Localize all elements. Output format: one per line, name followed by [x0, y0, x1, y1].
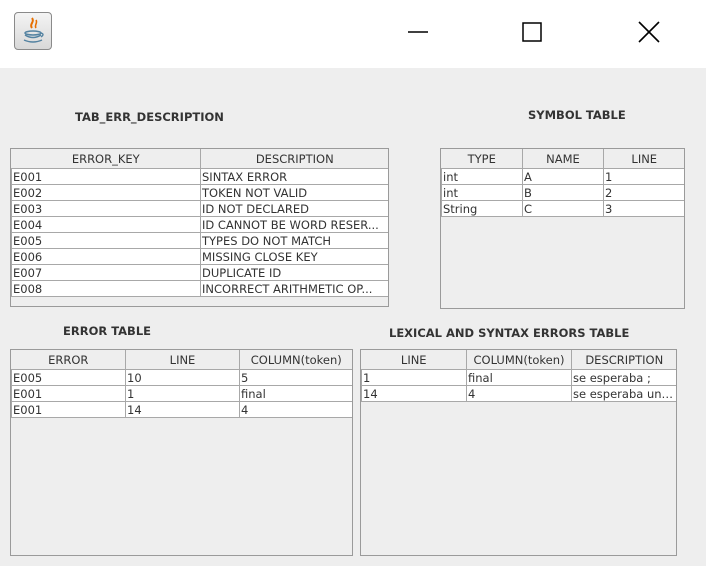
table-row[interactable]: E006 MISSING CLOSE KEY [11, 248, 388, 265]
maximize-icon [522, 22, 542, 42]
table-cell[interactable]: final [466, 369, 572, 386]
error-table-title: ERROR TABLE [63, 324, 152, 338]
column-header-line[interactable]: LINE [125, 350, 240, 370]
table-cell[interactable]: DUPLICATE ID [200, 264, 388, 281]
main-panel: TAB_ERR_DESCRIPTION ERROR_KEY DESCRIPTIO… [0, 68, 706, 566]
table-row[interactable]: E008 INCORRECT ARITHMETIC OP... [11, 280, 388, 297]
column-header-column-token[interactable]: COLUMN(token) [466, 350, 572, 370]
table-cell[interactable]: 4 [239, 401, 352, 418]
table-cell[interactable]: E001 [11, 385, 126, 402]
minimize-icon [408, 31, 428, 33]
column-header-description[interactable]: DESCRIPTION [571, 350, 676, 370]
column-header-line[interactable]: LINE [603, 149, 684, 169]
column-header-column-token[interactable]: COLUMN(token) [239, 350, 352, 370]
table-cell[interactable]: B [522, 184, 604, 201]
table-cell[interactable]: se esperaba un ... [571, 385, 676, 402]
java-icon[interactable] [14, 12, 52, 50]
table-cell[interactable]: 1 [125, 385, 240, 402]
column-header-type[interactable]: TYPE [441, 149, 523, 169]
table-cell[interactable]: 3 [603, 200, 684, 217]
column-header-name[interactable]: NAME [522, 149, 604, 169]
table-row[interactable]: E004 ID CANNOT BE WORD RESER... [11, 216, 388, 233]
table-cell[interactable]: SINTAX ERROR [200, 168, 388, 185]
table-cell[interactable]: 10 [125, 369, 240, 386]
table-cell[interactable]: E002 [11, 184, 201, 201]
table-cell[interactable]: E005 [11, 232, 201, 249]
table-row[interactable]: int B 2 [441, 184, 684, 201]
table-row[interactable]: E001 1 final [11, 385, 352, 402]
table-cell[interactable]: C [522, 200, 604, 217]
table-cell[interactable]: final [239, 385, 352, 402]
table-cell[interactable]: INCORRECT ARITHMETIC OP... [200, 280, 388, 297]
lex-syntax-table-title: LEXICAL AND SYNTAX ERRORS TABLE [389, 326, 630, 340]
table-row[interactable]: E005 TYPES DO NOT MATCH [11, 232, 388, 249]
table-row[interactable]: E001 SINTAX ERROR [11, 168, 388, 185]
table-cell[interactable]: int [441, 184, 523, 201]
table-row[interactable]: int A 1 [441, 168, 684, 185]
table-cell[interactable]: E004 [11, 216, 201, 233]
err-desc-table[interactable]: ERROR_KEY DESCRIPTION E001 SINTAX ERROR E… [10, 148, 389, 307]
column-header-description[interactable]: DESCRIPTION [200, 149, 388, 169]
table-cell[interactable]: 2 [603, 184, 684, 201]
column-header-error-key[interactable]: ERROR_KEY [11, 149, 201, 169]
table-cell[interactable]: ID NOT DECLARED [200, 200, 388, 217]
table-row[interactable]: 1 final se esperaba ; [361, 369, 676, 386]
err-desc-table-title: TAB_ERR_DESCRIPTION [75, 110, 224, 124]
table-cell[interactable]: 1 [603, 168, 684, 185]
table-cell[interactable]: 4 [466, 385, 572, 402]
table-cell[interactable]: E001 [11, 401, 126, 418]
window-titlebar[interactable] [0, 0, 706, 68]
table-cell[interactable]: String [441, 200, 523, 217]
table-row[interactable]: E002 TOKEN NOT VALID [11, 184, 388, 201]
column-header-error[interactable]: ERROR [11, 350, 126, 370]
column-header-line[interactable]: LINE [361, 350, 467, 370]
error-table[interactable]: ERROR LINE COLUMN(token) E005 10 5 E001 1 fi… [10, 349, 353, 556]
table-cell[interactable]: E003 [11, 200, 201, 217]
close-icon [638, 21, 660, 43]
table-row[interactable]: E003 ID NOT DECLARED [11, 200, 388, 217]
table-cell[interactable]: E001 [11, 168, 201, 185]
maximize-button[interactable] [512, 14, 552, 50]
table-cell[interactable]: ID CANNOT BE WORD RESER... [200, 216, 388, 233]
table-cell[interactable]: se esperaba ; [571, 369, 676, 386]
table-cell[interactable]: E005 [11, 369, 126, 386]
minimize-button[interactable] [398, 14, 438, 50]
close-button[interactable] [629, 14, 669, 50]
table-row[interactable]: String C 3 [441, 200, 684, 217]
table-cell[interactable]: E006 [11, 248, 201, 265]
table-row[interactable]: E005 10 5 [11, 369, 352, 386]
table-row[interactable]: E001 14 4 [11, 401, 352, 418]
table-cell[interactable]: A [522, 168, 604, 185]
table-cell[interactable]: int [441, 168, 523, 185]
symbol-table[interactable]: TYPE NAME LINE int A 1 int B 2 String C 3 [440, 148, 685, 309]
lex-syntax-errors-table[interactable]: LINE COLUMN(token) DESCRIPTION 1 final se … [360, 349, 677, 556]
table-cell[interactable]: MISSING CLOSE KEY [200, 248, 388, 265]
table-cell[interactable]: 1 [361, 369, 467, 386]
table-cell[interactable]: TYPES DO NOT MATCH [200, 232, 388, 249]
table-row[interactable]: E007 DUPLICATE ID [11, 264, 388, 281]
table-cell[interactable]: E007 [11, 264, 201, 281]
table-cell[interactable]: TOKEN NOT VALID [200, 184, 388, 201]
table-cell[interactable]: E008 [11, 280, 201, 297]
table-cell[interactable]: 14 [125, 401, 240, 418]
table-cell[interactable]: 14 [361, 385, 467, 402]
table-cell[interactable]: 5 [239, 369, 352, 386]
table-row[interactable]: 14 4 se esperaba un ... [361, 385, 676, 402]
symbol-table-title: SYMBOL TABLE [528, 108, 626, 122]
